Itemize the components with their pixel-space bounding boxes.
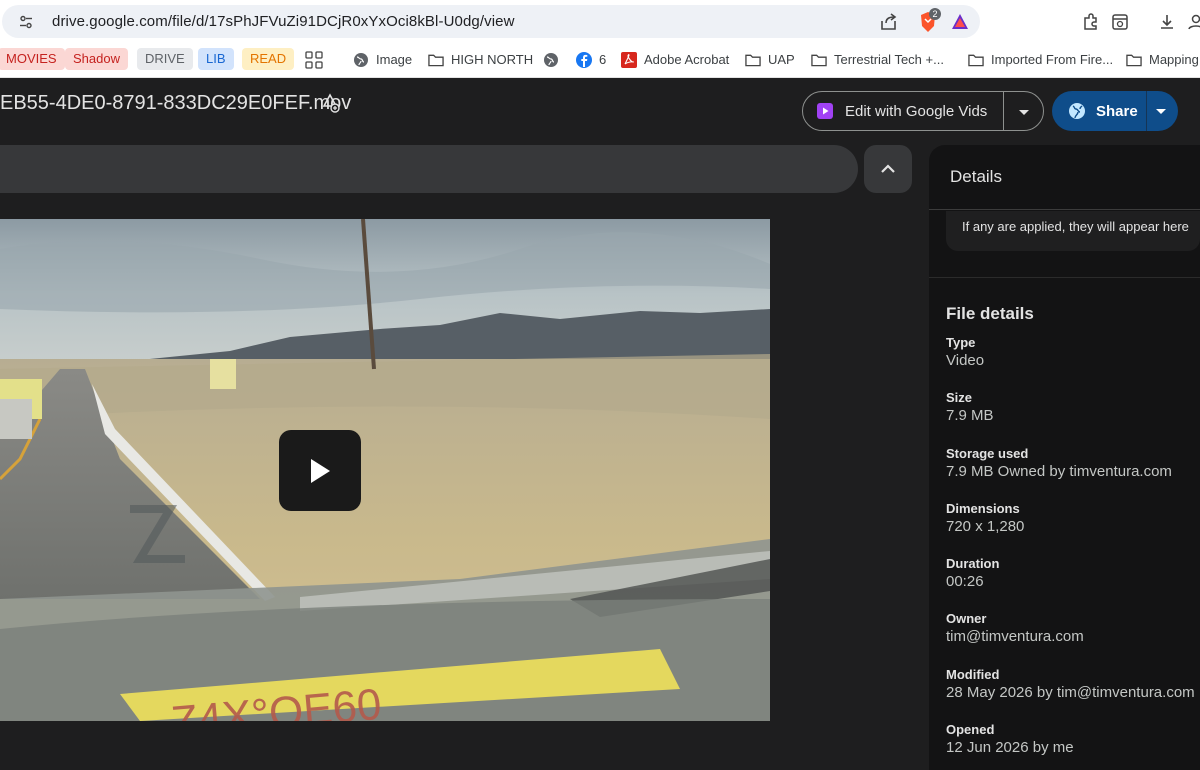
share-button[interactable]: Share — [1052, 91, 1178, 131]
duration-value: 00:26 — [946, 573, 984, 590]
bookmark-drive[interactable]: DRIVE — [137, 48, 193, 70]
video-preview[interactable]: Z4X°OE60 — [0, 219, 770, 721]
bookmarks-bar: MOVIES Shadow DRIVE LIB READ Image HIGH … — [0, 44, 1200, 78]
bookmark-label: Imported From Fire... — [991, 52, 1114, 67]
edit-with-google-vids-main[interactable]: Edit with Google Vids — [817, 92, 987, 130]
download-icon[interactable] — [1156, 11, 1178, 33]
globe-icon — [1069, 103, 1085, 119]
folder-icon — [811, 52, 827, 68]
bookmark-lib[interactable]: LIB — [198, 48, 234, 70]
site-settings-icon[interactable] — [18, 14, 34, 30]
modified-label: Modified — [946, 667, 1000, 682]
chevron-up-icon — [881, 164, 895, 173]
bookmark-read[interactable]: READ — [242, 48, 295, 70]
viewer-header: EB55-4DE0-8791-833DC29E0FEF.mov Edit wit… — [0, 78, 1200, 144]
add-shortcut-icon[interactable] — [319, 92, 341, 114]
brave-rewards-icon[interactable] — [949, 11, 971, 33]
address-bar[interactable]: drive.google.com/file/d/17sPhJFVuZi91DCj… — [2, 5, 980, 38]
button-divider — [1146, 91, 1147, 131]
bookmark-label: UAP — [768, 52, 795, 67]
bookmark-label: Adobe Acrobat — [644, 52, 730, 67]
viewer-toolbar[interactable] — [0, 145, 858, 193]
bookmark-label: 6 — [599, 52, 607, 67]
bookmark-globe[interactable] — [543, 48, 566, 71]
edit-with-google-vids-button[interactable]: Edit with Google Vids — [802, 91, 1044, 131]
bookmark-terrestrial-tech[interactable]: Terrestrial Tech +... — [811, 48, 944, 71]
details-panel-header: Details — [929, 145, 1200, 209]
bookmark-uap[interactable]: UAP — [745, 48, 795, 71]
bookmark-label: Image — [376, 52, 413, 67]
type-label: Type — [946, 335, 976, 350]
share-page-icon[interactable] — [878, 11, 900, 33]
bookmark-adobe-acrobat[interactable]: Adobe Acrobat — [621, 48, 729, 71]
storage-used-label: Storage used — [946, 446, 1029, 461]
globe-icon — [543, 52, 559, 68]
folder-icon — [745, 52, 761, 68]
profile-icon[interactable] — [1185, 11, 1200, 33]
reading-mode-icon[interactable] — [1109, 11, 1131, 33]
bookmark-label: Mapping — [1149, 52, 1199, 67]
opened-label: Opened — [946, 722, 995, 737]
chevron-down-icon[interactable] — [1151, 101, 1171, 121]
details-panel: Details If any are applied, they will ap… — [929, 145, 1200, 770]
acrobat-icon — [621, 51, 637, 68]
dimensions-value: 720 x 1,280 — [946, 518, 1025, 535]
file-details-title: File details — [946, 304, 1034, 323]
shields-count-badge: 2 — [929, 8, 941, 20]
extensions-icon[interactable] — [1080, 11, 1102, 33]
divider — [929, 209, 1200, 210]
bookmark-label: Terrestrial Tech +... — [834, 52, 944, 67]
collapse-toolbar-button[interactable] — [864, 145, 912, 193]
folder-icon — [1126, 52, 1142, 68]
labels-note-card: If any are applied, they will appear her… — [946, 211, 1200, 251]
edit-with-google-vids-label: Edit with Google Vids — [845, 102, 988, 120]
owner-value: tim@timventura.com — [946, 628, 1084, 645]
play-button[interactable] — [279, 430, 361, 511]
owner-label: Owner — [946, 611, 987, 626]
url-text[interactable]: drive.google.com/file/d/17sPhJFVuZi91DCj… — [52, 13, 515, 30]
opened-value: 12 Jun 2026 by me — [946, 739, 1074, 756]
bookmark-image[interactable]: Image — [353, 48, 412, 71]
folder-icon — [968, 52, 984, 68]
globe-icon — [353, 52, 369, 68]
divider — [929, 277, 1200, 278]
bookmark-label: HIGH NORTH — [451, 52, 534, 67]
labels-note: If any are applied, they will appear her… — [962, 219, 1189, 234]
brave-shields-icon[interactable]: 2 — [916, 8, 941, 33]
apps-grid-icon[interactable] — [305, 48, 323, 71]
button-divider — [1003, 92, 1004, 130]
facebook-icon — [576, 51, 592, 68]
bookmark-movies[interactable]: MOVIES — [0, 48, 65, 70]
details-title: Details — [950, 167, 1002, 186]
folder-icon — [428, 52, 444, 68]
bookmark-high-north[interactable]: HIGH NORTH — [428, 48, 533, 71]
size-value: 7.9 MB — [946, 407, 994, 424]
bookmark-facebook[interactable]: 6 — [576, 48, 606, 71]
video-thumbnail: Z4X°OE60 — [0, 219, 770, 721]
browser-toolbar: drive.google.com/file/d/17sPhJFVuZi91DCj… — [0, 0, 1200, 44]
bookmark-shadow[interactable]: Shadow — [65, 48, 128, 70]
share-label: Share — [1096, 102, 1138, 120]
bookmark-mapping[interactable]: Mapping — [1126, 48, 1199, 71]
duration-label: Duration — [946, 556, 1000, 571]
size-label: Size — [946, 390, 973, 405]
play-icon — [311, 458, 330, 483]
modified-value: 28 May 2026 by tim@timventura.com — [946, 684, 1195, 701]
share-main[interactable]: Share — [1068, 91, 1138, 131]
bookmark-imported-from-firefox[interactable]: Imported From Fire... — [968, 48, 1113, 71]
file-title: EB55-4DE0-8791-833DC29E0FEF.mov — [0, 92, 352, 114]
type-value: Video — [946, 352, 985, 369]
dimensions-label: Dimensions — [946, 501, 1020, 516]
storage-used-value: 7.9 MB Owned by timventura.com — [946, 463, 1172, 480]
chevron-down-icon[interactable] — [1013, 101, 1035, 123]
google-vids-icon — [817, 103, 833, 119]
